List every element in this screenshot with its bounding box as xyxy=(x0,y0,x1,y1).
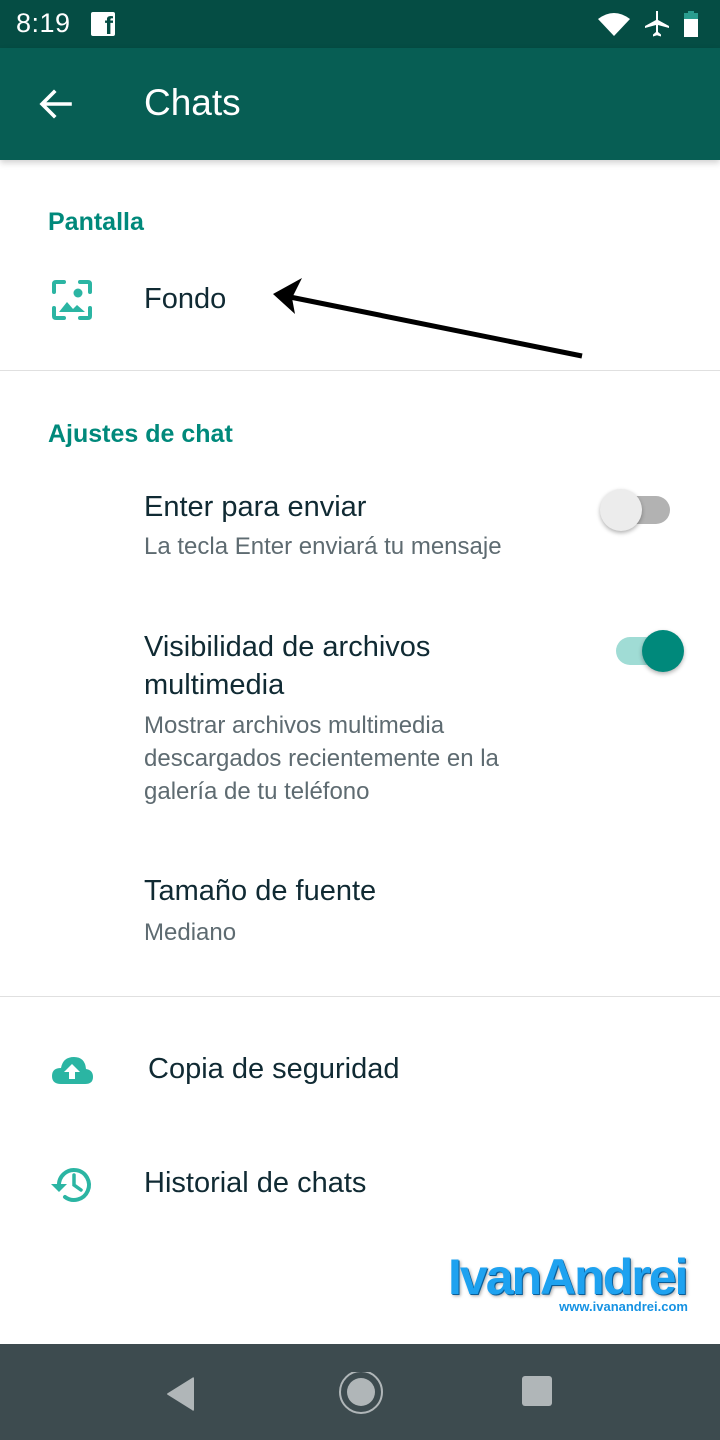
battery-icon xyxy=(684,11,698,37)
cloud-upload-icon xyxy=(52,1057,93,1084)
settings-item-description-line1: Mostrar archivos multimedia xyxy=(144,712,445,739)
nav-back-icon xyxy=(167,1377,194,1411)
status-bar: 8:19 f xyxy=(0,0,720,48)
status-icons xyxy=(598,10,698,38)
settings-item-description-line3: galería de tu teléfono xyxy=(144,778,370,805)
settings-item-enter-to-send[interactable]: Enter para enviar La tecla Enter enviará… xyxy=(0,476,720,586)
page-title: Chats xyxy=(144,82,241,123)
section-divider xyxy=(0,370,720,371)
wifi-icon xyxy=(598,13,630,36)
settings-item-media-visibility[interactable]: Visibilidad de archivos multimedia Mostr… xyxy=(0,618,720,818)
section-header-display: Pantalla xyxy=(48,208,144,236)
watermark: IvanAndrei www.ivanandrei.com xyxy=(444,1249,694,1322)
arrow-back-icon xyxy=(39,89,72,119)
settings-item-chat-history[interactable]: Historial de chats xyxy=(0,1146,720,1222)
settings-item-label-line1: Visibilidad de archivos xyxy=(144,631,431,663)
annotation-arrow xyxy=(273,278,583,359)
facebook-icon: f xyxy=(91,12,115,36)
nav-recents-button[interactable] xyxy=(520,1372,570,1416)
system-nav-bar xyxy=(0,1344,720,1440)
back-button[interactable] xyxy=(34,82,78,126)
enter-to-send-toggle[interactable] xyxy=(600,489,670,533)
watermark-url: www.ivanandrei.com xyxy=(559,1299,688,1314)
settings-item-font-size[interactable]: Tamaño de fuente Mediano xyxy=(0,862,720,972)
settings-item-label: Tamaño de fuente xyxy=(144,875,377,907)
toggle-thumb xyxy=(642,630,684,672)
nav-back-button[interactable] xyxy=(158,1372,208,1416)
history-icon xyxy=(51,1167,91,1202)
wallpaper-icon xyxy=(52,280,92,320)
settings-item-backup[interactable]: Copia de seguridad xyxy=(0,1032,720,1108)
settings-item-label: Fondo xyxy=(144,283,227,315)
airplane-mode-icon xyxy=(645,11,669,37)
settings-item-description: La tecla Enter enviará tu mensaje xyxy=(144,533,502,560)
settings-item-label: Historial de chats xyxy=(144,1167,367,1199)
settings-item-label-line2: multimedia xyxy=(144,669,285,701)
media-visibility-toggle[interactable] xyxy=(616,630,686,674)
section-header-chat-settings: Ajustes de chat xyxy=(48,420,233,448)
toggle-thumb xyxy=(600,489,642,531)
nav-home-button[interactable] xyxy=(335,1370,387,1416)
settings-item-label: Enter para enviar xyxy=(144,491,367,523)
app-bar: Chats xyxy=(0,48,720,160)
watermark-brand: IvanAndrei xyxy=(448,1249,688,1305)
nav-home-icon xyxy=(339,1370,383,1414)
settings-item-value: Mediano xyxy=(144,919,237,946)
nav-recents-icon xyxy=(522,1376,552,1406)
settings-item-description-line2: descargados recientemente en la xyxy=(144,745,499,772)
section-divider xyxy=(0,996,720,997)
status-time: 8:19 xyxy=(16,8,71,38)
settings-item-label: Copia de seguridad xyxy=(148,1053,400,1085)
